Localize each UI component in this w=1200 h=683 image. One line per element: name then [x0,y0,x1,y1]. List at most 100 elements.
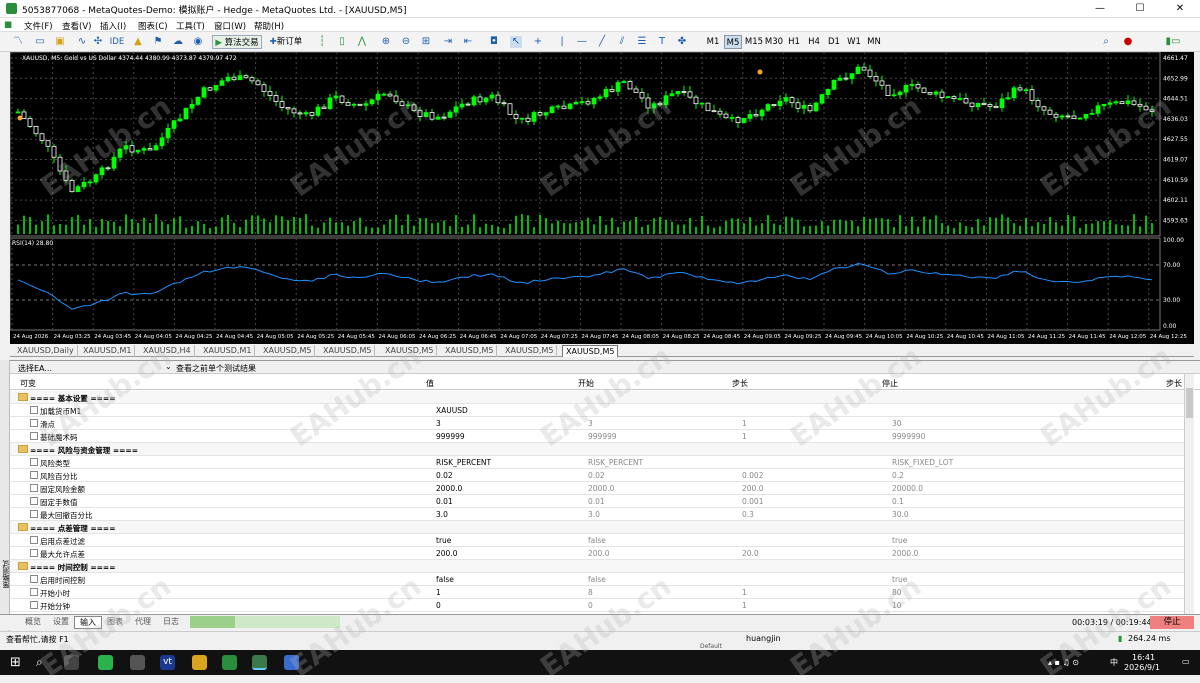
param-start[interactable]: false [588,536,606,545]
col-stop[interactable]: 停止 [882,378,898,389]
tile-windows-icon[interactable]: ⊞ [420,36,432,48]
search-icon[interactable]: ⌕ [1100,36,1112,48]
indicators-icon[interactable]: ∿ [76,36,88,48]
col-step[interactable]: 步长 [732,378,748,389]
tf-mn[interactable]: MN [866,35,882,49]
parameter-row[interactable]: 滑点 3 3 1 30 [10,417,1184,430]
parameter-row[interactable]: 最大回撤百分比 3.0 3.0 0.3 30.0 [10,508,1184,521]
tf-m5[interactable]: M5 [724,35,742,49]
menu-window[interactable]: 窗口(W) [214,20,246,32]
tab-settings[interactable]: 设置 [48,616,74,629]
tf-w1[interactable]: W1 [846,35,862,49]
param-step[interactable]: 1 [742,419,747,428]
fibonacci-icon[interactable]: ☰ [636,36,648,48]
vps-icon[interactable]: ◉ [192,36,204,48]
param-start[interactable]: 999999 [588,432,617,441]
menu-insert[interactable]: 插入(I) [100,20,126,32]
param-stop[interactable]: RISK_FIXED_LOT [892,458,953,467]
param-stop[interactable]: true [892,536,907,545]
tf-h4[interactable]: H4 [806,35,822,49]
param-value[interactable]: XAUUSD [436,406,468,415]
param-value[interactable]: 2000.0 [436,484,462,493]
param-step[interactable]: 0.002 [742,471,763,480]
param-value[interactable]: 200.0 [436,549,457,558]
param-start[interactable]: 3 [588,419,593,428]
line-chart-icon[interactable]: ⋀ [356,36,368,48]
param-step[interactable]: 1 [742,588,747,597]
parameter-row[interactable]: 开始小时 1 8 1 80 [10,586,1184,599]
parameter-group-row[interactable]: ==== 时间控制 ==== [10,560,1184,573]
candles-icon[interactable]: ▯ [336,36,348,48]
parameter-row[interactable]: 风险百分比 0.02 0.02 0.002 0.2 [10,469,1184,482]
dropdown-arrow-icon[interactable]: ⌄ [165,362,172,371]
close-button[interactable]: ✕ [1160,0,1200,18]
tf-m30[interactable]: M30 [764,35,784,49]
param-value[interactable]: 3 [436,419,441,428]
param-value[interactable]: 0.01 [436,497,453,506]
chart-tab[interactable]: XAUUSD,M5 [502,345,558,357]
param-start[interactable]: false [588,575,606,584]
chart-tab-active[interactable]: XAUUSD,M5 [562,345,619,357]
param-step[interactable]: 0.3 [742,510,754,519]
notifications-icon[interactable]: ● [1122,36,1134,48]
optimize-checkbox[interactable] [30,536,38,544]
zoom-out-icon[interactable]: ⊖ [400,36,412,48]
parameter-row[interactable]: 固定手数值 0.01 0.01 0.001 0.1 [10,495,1184,508]
bar-chart-icon[interactable]: ┆ [316,36,328,48]
new-order-button[interactable]: ✚新订单 [266,35,306,49]
param-start[interactable]: 0.01 [588,497,605,506]
screenshot-icon[interactable]: ◘ [488,36,500,48]
optimize-checkbox[interactable] [30,549,38,557]
search-icon[interactable]: ⌕ [36,655,51,670]
taskview-icon[interactable] [64,655,79,670]
optimize-checkbox[interactable] [30,432,38,440]
tab-inputs[interactable]: 输入 [74,616,102,629]
mt-menu-icon[interactable]: ■ [4,20,12,30]
param-step[interactable]: 20.0 [742,549,759,558]
navigator-icon[interactable]: ✣ [92,36,104,48]
lock-icon[interactable]: ▲ [132,36,144,48]
param-value[interactable]: 0.02 [436,471,453,480]
optimize-checkbox[interactable] [30,406,38,414]
parameter-row[interactable]: 启用时间控制 false false true [10,573,1184,586]
param-start[interactable]: 0.02 [588,471,605,480]
param-stop[interactable]: 30 [892,419,902,428]
optimize-checkbox[interactable] [30,497,38,505]
col-variable[interactable]: 可变 [20,378,36,389]
param-value[interactable]: 0 [436,601,441,610]
notification-icon[interactable]: ▭ [1182,657,1190,666]
menu-view[interactable]: 查看(V) [62,20,91,32]
param-value[interactable]: 3.0 [436,510,448,519]
tf-m1[interactable]: M1 [704,35,722,49]
chart-tab[interactable]: XAUUSD,M5 [260,345,316,357]
vertical-line-icon[interactable]: | [556,36,568,48]
chart-tab[interactable]: XAUUSD,M5 [442,345,498,357]
chart-type-icon[interactable]: 〽 [12,36,24,48]
chart-shift-icon[interactable]: ⇤ [462,36,474,48]
previous-results-link[interactable]: 查看之前单个测试结果 [176,363,256,374]
optimize-checkbox[interactable] [30,588,38,596]
col-step-2[interactable]: 步长 [1166,378,1182,389]
cloud-icon[interactable]: ☁ [172,36,184,48]
parameter-group-row[interactable]: ==== 风险与资金管理 ==== [10,443,1184,456]
param-stop[interactable]: 9999990 [892,432,925,441]
clock-date[interactable]: 2026/9/1 [1124,663,1160,672]
signals-icon[interactable]: ⚑ [152,36,164,48]
parameter-row[interactable]: 加载货币M1 XAUUSD [10,404,1184,417]
tab-agents[interactable]: 代理 [130,616,156,629]
algo-trading-button[interactable]: ▶ 算法交易 [212,35,262,49]
param-stop[interactable]: 20000.0 [892,484,923,493]
windows-start-icon[interactable]: ⊞ [10,655,25,670]
minimize-button[interactable]: — [1080,0,1120,18]
param-stop[interactable]: 80 [892,588,902,597]
file-explorer-icon[interactable] [192,655,207,670]
tray-icons[interactable]: ▴ ▪ ♫ ⊙ [1048,658,1079,667]
tf-h1[interactable]: H1 [786,35,802,49]
optimize-checkbox[interactable] [30,458,38,466]
param-start[interactable]: 200.0 [588,549,609,558]
param-stop[interactable]: true [892,575,907,584]
crosshair-icon[interactable]: + [532,36,544,48]
stop-button[interactable]: 停止 [1150,616,1194,629]
tab-journal[interactable]: 日志 [158,616,184,629]
param-value[interactable]: 1 [436,588,441,597]
